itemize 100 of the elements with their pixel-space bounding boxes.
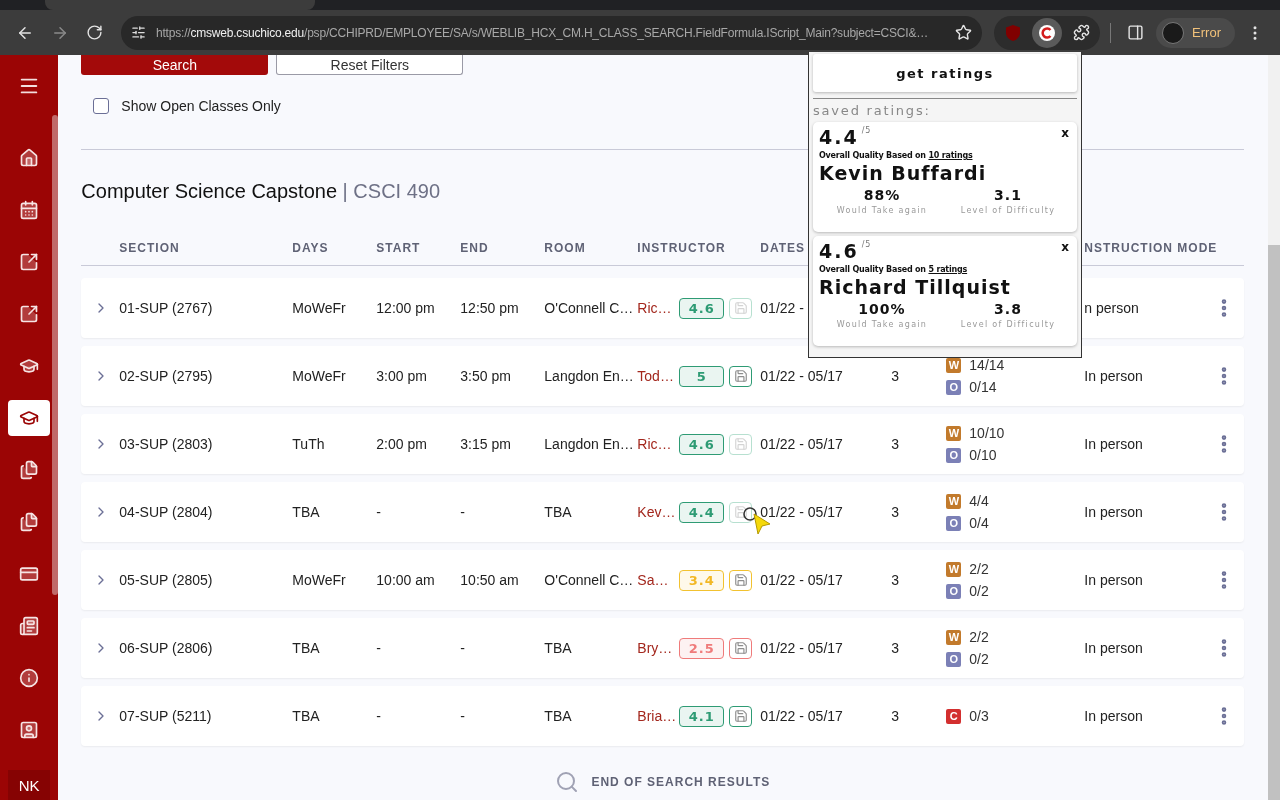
- instructor-cell: Bry…: [637, 640, 673, 656]
- rating-badge: 4.1: [679, 705, 725, 727]
- units-cell: 3: [891, 708, 900, 724]
- seat-count: 2/2: [969, 561, 989, 577]
- seat-count: 0/10: [969, 447, 997, 463]
- room-cell: TBA: [544, 504, 572, 520]
- search-button[interactable]: Search: [81, 55, 269, 75]
- bookmark-star-icon[interactable]: [955, 24, 973, 41]
- ratings-extension-icon[interactable]: [1032, 17, 1063, 48]
- instructor-cell: Tod…: [637, 368, 674, 384]
- seat-status-badge: C: [946, 708, 962, 724]
- difficulty-label: Level of Difficulty: [960, 206, 1056, 215]
- url-text: https://cmsweb.csuchico.edu/psp/CCHIPRD/EMPLOYEE/SA/s/WEBLIB_HCX_CM.H_CLASS_SEARCH.FieldFormula.IScript_Main?subject=CSCI&…: [156, 25, 929, 40]
- instructor-cell: Sa…: [637, 572, 669, 588]
- rating-badge: 5: [679, 365, 725, 387]
- mode-cell: In person: [1084, 640, 1143, 656]
- column-header: ROOM: [544, 240, 586, 255]
- rating-scale: /5: [861, 240, 872, 249]
- units-cell: 3: [891, 436, 900, 452]
- seat-status-badge: W: [946, 425, 962, 441]
- rating-badge: 4.4: [679, 501, 725, 523]
- save-icon: [733, 709, 748, 723]
- close-button[interactable]: x: [1061, 126, 1069, 140]
- ratings-count-link[interactable]: 10 ratings: [928, 151, 973, 160]
- room-cell: TBA: [544, 708, 572, 724]
- credit-card-icon: [19, 564, 40, 584]
- section-cell: 02-SUP (2795): [119, 368, 213, 384]
- units-cell: 3: [891, 504, 900, 520]
- seat-status-badge: O: [946, 379, 962, 395]
- section-cell: 01-SUP (2767): [119, 300, 213, 316]
- room-cell: Langdon En…: [544, 368, 634, 384]
- difficulty-label: Level of Difficulty: [960, 320, 1056, 329]
- newspaper-icon: [19, 616, 40, 636]
- column-header: NSTRUCTION MODE: [1084, 240, 1218, 255]
- room-cell: O'Connell C…: [544, 300, 634, 316]
- seat-count: 0/14: [969, 379, 997, 395]
- site-info-icon[interactable]: [131, 25, 146, 40]
- section-cell: 05-SUP (2805): [119, 572, 213, 588]
- ratings-count-link[interactable]: 5 ratings: [928, 265, 968, 274]
- room-cell: TBA: [544, 640, 572, 656]
- files-icon: [19, 460, 40, 480]
- end-cell: 3:50 pm: [460, 368, 511, 384]
- section-cell: 03-SUP (2803): [119, 436, 213, 452]
- external-link-icon: [19, 252, 40, 272]
- address-bar[interactable]: https://cmsweb.csuchico.edu/psp/CCHIPRD/EMPLOYEE/SA/s/WEBLIB_HCX_CM.H_CLASS_SEARCH.FieldFormula.IScript_Main?subject=CSCI&…: [121, 15, 983, 50]
- profile-button[interactable]: Error: [1156, 17, 1235, 48]
- column-header: SECTION: [119, 240, 180, 255]
- days-cell: MoWeFr: [292, 572, 346, 588]
- reset-filters-button[interactable]: Reset Filters: [276, 55, 464, 75]
- instructor-cell: Ric…: [637, 436, 672, 452]
- room-cell: O'Connell C…: [544, 572, 634, 588]
- page-scrollbar[interactable]: [1268, 55, 1280, 800]
- seat-count: 0/4: [969, 515, 989, 531]
- end-cell: -: [460, 708, 465, 724]
- rating-scale: /5: [861, 126, 872, 135]
- start-cell: 12:00 pm: [376, 300, 435, 316]
- user-avatar[interactable]: NK: [8, 770, 51, 800]
- mode-cell: In person: [1084, 708, 1143, 724]
- get-ratings-button[interactable]: get ratings: [813, 54, 1077, 92]
- column-header: END: [460, 240, 489, 255]
- sidebar-item[interactable]: [8, 400, 51, 436]
- contact-icon: [19, 720, 40, 740]
- close-button[interactable]: x: [1061, 240, 1069, 254]
- units-cell: 3: [891, 368, 900, 384]
- rating-badge: 2.5: [679, 637, 725, 659]
- rating-badge: 4.6: [679, 433, 725, 455]
- external-link-icon: [19, 304, 40, 324]
- avatar: [1162, 21, 1185, 44]
- mode-cell: In person: [1084, 436, 1143, 452]
- save-icon: [733, 437, 748, 451]
- start-cell: 2:00 pm: [376, 436, 427, 452]
- start-cell: 10:00 am: [376, 572, 435, 588]
- dates-cell: 01/22 -: [760, 300, 804, 316]
- take-again-label: Would Take again: [836, 320, 928, 329]
- checkbox[interactable]: [93, 98, 110, 114]
- column-header: START: [376, 240, 421, 255]
- save-icon: [733, 573, 748, 587]
- professor-name: Kevin Buffardi: [819, 162, 988, 184]
- course-title: Computer Science Capstone | CSCI 490: [81, 179, 441, 204]
- sidebar-scrollbar[interactable]: [52, 115, 58, 595]
- rating-basis-text: Overall Quality Based on 10 ratings: [819, 151, 974, 160]
- column-header: DAYS: [292, 240, 329, 255]
- instructor-cell: Bria…: [637, 708, 677, 724]
- days-cell: TBA: [292, 640, 320, 656]
- seat-count: 14/14: [969, 357, 1005, 373]
- section-cell: 04-SUP (2804): [119, 504, 213, 520]
- seat-status-badge: O: [946, 583, 962, 599]
- mode-cell: In person: [1084, 572, 1143, 588]
- mode-cell: n person: [1084, 300, 1139, 316]
- saved-ratings-label: saved ratings:: [813, 103, 932, 118]
- mode-cell: In person: [1084, 368, 1143, 384]
- seat-count: 0/2: [969, 651, 989, 667]
- graduation-cap-icon: [19, 408, 40, 428]
- take-again-label: Would Take again: [836, 206, 928, 215]
- days-cell: TBA: [292, 504, 320, 520]
- end-of-results-text: END OF SEARCH RESULTS: [591, 775, 771, 789]
- end-cell: 10:50 am: [460, 572, 519, 588]
- home-icon: [19, 148, 40, 168]
- calendar-icon: [19, 200, 40, 220]
- seat-count: 0/2: [969, 583, 989, 599]
